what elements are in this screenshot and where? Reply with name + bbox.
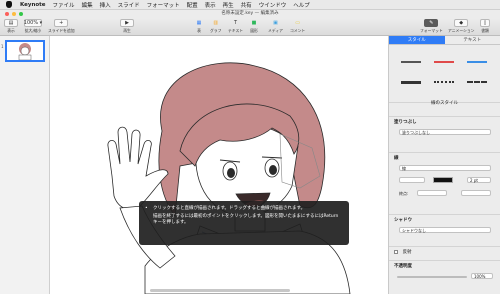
shape-button[interactable]: ■ 図形 bbox=[250, 19, 258, 34]
opacity-title: 不透明度 bbox=[394, 264, 412, 269]
menu-insert[interactable]: 挿入 bbox=[100, 1, 111, 9]
shadow-section: シャドウ シャドウなし bbox=[389, 214, 500, 244]
chart-icon: ▥ bbox=[213, 20, 219, 26]
window-controls bbox=[5, 12, 23, 16]
reflection-section: 反射 bbox=[389, 246, 500, 260]
menu-arrange[interactable]: 配置 bbox=[187, 1, 198, 9]
drawing-tip-popup: クリックすると直線が描画されます。ドラッグすると曲線が描画されます。 描画を終了… bbox=[139, 201, 349, 245]
minimize-button[interactable] bbox=[12, 12, 16, 16]
shape-icon: ■ bbox=[251, 20, 257, 26]
stroke-type-dropdown[interactable]: 線 bbox=[399, 165, 491, 171]
opacity-section: 不透明度 100% bbox=[389, 260, 500, 294]
reflection-label: 反射 bbox=[402, 250, 412, 255]
horizontal-scrollbar[interactable] bbox=[150, 289, 290, 292]
line-style-4[interactable] bbox=[401, 81, 421, 84]
shadow-title[interactable]: シャドウ bbox=[394, 217, 496, 223]
zoom-button[interactable] bbox=[19, 12, 23, 16]
stroke-section: 線 線 2 pt 終点: bbox=[389, 152, 500, 208]
add-slide-button[interactable]: + スライドを追加 bbox=[48, 19, 75, 34]
slide-number: 1 bbox=[1, 44, 4, 49]
menu-play[interactable]: 再生 bbox=[223, 1, 234, 9]
apple-icon[interactable] bbox=[6, 1, 12, 8]
text-button[interactable]: T テキスト bbox=[228, 19, 243, 34]
zoom-field: 100% ▾ bbox=[23, 19, 43, 27]
tab-style[interactable]: スタイル bbox=[389, 36, 445, 44]
endpoints-label: 終点: bbox=[399, 191, 409, 196]
slide-canvas[interactable]: クリックすると直線が描画されます。ドラッグすると曲線が描画されます。 描画を終了… bbox=[50, 36, 388, 294]
tip-line-2: 描画を終了するには最初のポイントをクリックします。図形を開いたままにするにはRe… bbox=[153, 214, 339, 226]
view-button[interactable]: ▤ 表示 bbox=[4, 19, 18, 34]
line-style-3[interactable] bbox=[467, 61, 487, 63]
comment-button[interactable]: ▭ コメント bbox=[290, 19, 305, 34]
play-icon: ▶ bbox=[120, 19, 134, 27]
text-icon: T bbox=[234, 20, 238, 26]
app-menu[interactable]: Keynote bbox=[20, 2, 46, 8]
opacity-slider[interactable] bbox=[397, 276, 467, 278]
menu-format[interactable]: フォーマット bbox=[147, 1, 180, 9]
zoom-button[interactable]: 100% ▾ 拡大/縮小 bbox=[24, 19, 42, 34]
play-button[interactable]: ▶ 再生 bbox=[120, 19, 134, 34]
menu-help[interactable]: ヘルプ bbox=[293, 1, 310, 9]
menu-view[interactable]: 表示 bbox=[205, 1, 216, 9]
view-icon: ▤ bbox=[4, 19, 18, 27]
menu-slide[interactable]: スライド bbox=[118, 1, 140, 9]
menu-bar: Keynote ファイル 編集 挿入 スライド フォーマット 配置 表示 再生 … bbox=[0, 0, 500, 10]
media-icon: ▣ bbox=[273, 20, 278, 26]
format-inspector: スタイル テキスト 線のスタイル 塗りつぶし 塗りつぶしなし 線 線 2 pt … bbox=[388, 36, 500, 294]
animate-button[interactable]: ◆ アニメーション bbox=[448, 19, 474, 34]
stroke-title[interactable]: 線 bbox=[394, 155, 496, 161]
comment-icon: ▭ bbox=[295, 20, 300, 26]
table-icon: ▦ bbox=[196, 20, 202, 26]
menu-edit[interactable]: 編集 bbox=[82, 1, 93, 9]
document-icon: ▯ bbox=[480, 19, 490, 27]
fill-section: 塗りつぶし 塗りつぶしなし bbox=[389, 116, 500, 146]
stroke-width-field[interactable]: 2 pt bbox=[467, 177, 491, 183]
toolbar: ▤ 表示 100% ▾ 拡大/縮小 + スライドを追加 ▶ 再生 ▦ 表 ▥ グラフ T テキ… bbox=[0, 18, 500, 36]
slide-thumbnail[interactable] bbox=[5, 40, 45, 62]
format-button[interactable]: ✎ フォーマット bbox=[420, 19, 443, 34]
document-button[interactable]: ▯ 書類 bbox=[480, 19, 490, 34]
line-styles-grid bbox=[389, 45, 500, 103]
window-title: 名称未設定.key — 編集済み bbox=[221, 11, 279, 16]
media-button[interactable]: ▣ メディア bbox=[268, 19, 283, 34]
tip-line-1: クリックすると直線が描画されます。ドラッグすると曲線が描画されます。 bbox=[153, 206, 341, 212]
stroke-pattern-dropdown[interactable] bbox=[399, 177, 425, 183]
reflection-checkbox[interactable] bbox=[394, 249, 398, 254]
tab-text[interactable]: テキスト bbox=[445, 36, 500, 44]
title-bar: 名称未設定.key — 編集済み bbox=[0, 10, 500, 18]
endpoint-start-dropdown[interactable] bbox=[417, 190, 447, 196]
line-style-6[interactable] bbox=[467, 81, 487, 83]
menu-share[interactable]: 共有 bbox=[241, 1, 252, 9]
chart-button[interactable]: ▥ グラフ bbox=[210, 19, 221, 34]
plus-icon: + bbox=[54, 19, 69, 27]
line-styles-label: 線のスタイル bbox=[431, 101, 458, 106]
opacity-field[interactable]: 100% bbox=[471, 273, 493, 279]
fill-title[interactable]: 塗りつぶし bbox=[394, 119, 496, 125]
line-style-2[interactable] bbox=[434, 61, 454, 63]
endpoint-end-dropdown[interactable] bbox=[461, 190, 491, 196]
fill-dropdown[interactable]: 塗りつぶしなし bbox=[399, 129, 491, 135]
shadow-dropdown[interactable]: シャドウなし bbox=[399, 227, 491, 233]
menu-file[interactable]: ファイル bbox=[53, 1, 75, 9]
girl-illustration[interactable] bbox=[50, 36, 388, 294]
thumbnail-preview bbox=[18, 43, 32, 61]
table-button[interactable]: ▦ 表 bbox=[195, 19, 203, 34]
inspector-tabs: スタイル テキスト bbox=[389, 36, 500, 45]
close-button[interactable] bbox=[5, 12, 9, 16]
line-style-5[interactable] bbox=[434, 81, 454, 83]
stroke-color-well[interactable] bbox=[433, 177, 453, 183]
menu-window[interactable]: ウインドウ bbox=[259, 1, 287, 9]
line-style-1[interactable] bbox=[401, 61, 421, 63]
diamond-icon: ◆ bbox=[454, 19, 469, 27]
paintbrush-icon: ✎ bbox=[424, 19, 439, 27]
slide-navigator: 1 bbox=[0, 36, 50, 294]
